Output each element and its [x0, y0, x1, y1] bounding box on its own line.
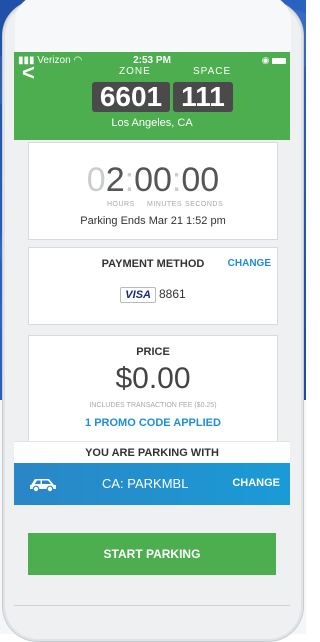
transaction-fee-note: INCLUDES TRANSACTION FEE ($0.25) — [89, 402, 217, 409]
carrier-name: Verizon — [37, 55, 71, 66]
timer-minutes: 00 — [134, 161, 172, 199]
unit-minutes: MINUTES — [147, 201, 182, 208]
app-screen: ▮▮▮ Verizon ◠ 2:53 PM ◉ < ZONE SPACE 660… — [14, 52, 290, 622]
timer-card: 02:00:00 HOURS MINUTES SECONDS Parking E… — [28, 142, 278, 240]
space-number: 111 — [173, 82, 233, 112]
timer-hours-lead: 0 — [86, 161, 106, 199]
battery-icon — [272, 57, 286, 64]
zone-number: 6601 — [92, 82, 170, 112]
zone-label: ZONE — [119, 66, 151, 77]
visa-icon: VISA — [120, 287, 156, 303]
back-button[interactable]: < — [22, 62, 35, 84]
timer-separator: : — [171, 161, 182, 199]
parking-with-heading: YOU ARE PARKING WITH — [14, 441, 290, 464]
status-time: 2:53 PM — [133, 55, 171, 66]
status-bar: ▮▮▮ Verizon ◠ 2:53 PM ◉ — [18, 55, 286, 67]
parking-ends-text: Parking Ends Mar 21 1:52 pm — [80, 215, 226, 227]
zone-header: ▮▮▮ Verizon ◠ 2:53 PM ◉ < ZONE SPACE 660… — [14, 52, 290, 140]
price-title: PRICE — [136, 346, 170, 358]
payment-card-row[interactable]: VISA 8861 — [29, 287, 277, 303]
timer-hours: 2 — [105, 161, 125, 199]
city-label: Los Angeles, CA — [111, 117, 193, 129]
price-card: PRICE $0.00 INCLUDES TRANSACTION FEE ($0… — [28, 335, 278, 447]
timer-separator: : — [124, 161, 135, 199]
location-icon: ◉ — [261, 55, 270, 65]
unit-seconds: SECONDS — [185, 201, 224, 208]
car-icon — [30, 479, 56, 493]
vehicle-plate: CA: PARKMBL — [102, 476, 189, 491]
wifi-icon: ◠ — [73, 55, 83, 66]
timer-seconds: 00 — [181, 161, 220, 199]
divider — [14, 605, 290, 606]
vehicle-change-button[interactable]: CHANGE — [232, 477, 280, 489]
start-parking-button[interactable]: START PARKING — [28, 533, 276, 575]
price-amount: $0.00 — [115, 362, 191, 395]
unit-hours: HOURS — [107, 201, 135, 208]
space-label: SPACE — [193, 66, 232, 77]
card-last4: 8861 — [158, 287, 186, 301]
promo-code-link[interactable]: 1 PROMO CODE APPLIED — [29, 417, 277, 429]
vehicle-bar[interactable]: CA: PARKMBL CHANGE — [14, 463, 290, 505]
payment-change-button[interactable]: CHANGE — [228, 258, 271, 269]
duration-display[interactable]: 02:00:00 — [29, 161, 277, 200]
payment-card: PAYMENT METHOD CHANGE VISA 8861 — [28, 247, 278, 325]
chevron-left-icon: < — [22, 60, 35, 85]
status-icons: ◉ — [262, 55, 286, 66]
